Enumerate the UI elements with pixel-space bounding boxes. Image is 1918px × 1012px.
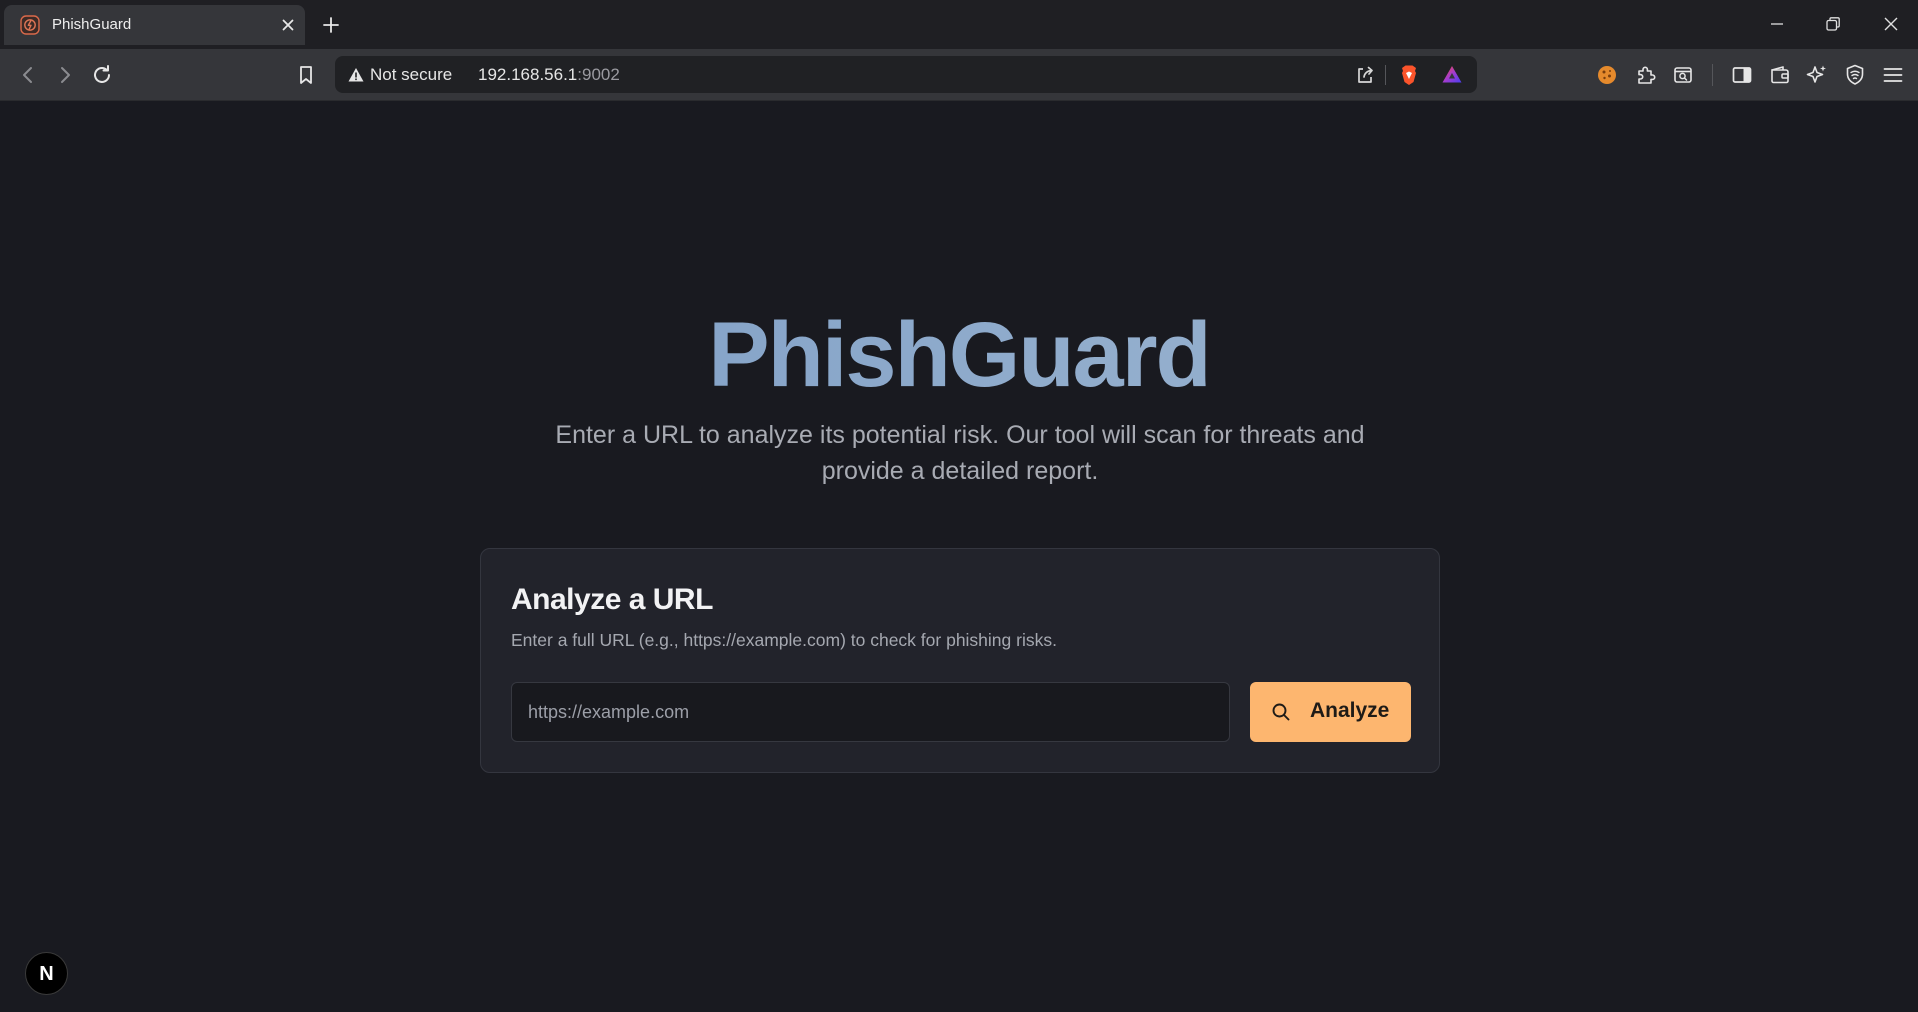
brave-shield-icon[interactable] (1397, 63, 1421, 87)
leo-ai-icon[interactable] (1804, 62, 1830, 88)
analyze-button-label: Analyze (1310, 699, 1390, 722)
forward-icon[interactable] (52, 62, 78, 88)
analyze-button[interactable]: Analyze (1250, 682, 1411, 742)
warning-icon[interactable] (347, 66, 365, 84)
nextjs-logo-letter: N (39, 963, 54, 985)
browser-toolbar: Not secure 192.168.56.1:9002 (0, 49, 1918, 101)
omnibox-separator (1385, 65, 1386, 85)
restore-window-icon[interactable] (1822, 13, 1844, 35)
browser-tab-strip: PhishGuard (0, 0, 1918, 49)
analyze-url-card: Analyze a URL Enter a full URL (e.g., ht… (480, 548, 1440, 773)
browser-tab[interactable]: PhishGuard (4, 5, 305, 45)
close-tab-icon[interactable] (278, 15, 298, 35)
address-bar[interactable]: Not secure 192.168.56.1:9002 (335, 56, 1477, 93)
bookmark-icon[interactable] (293, 62, 319, 88)
card-title: Analyze a URL (511, 583, 713, 616)
tab-search-icon[interactable] (1670, 62, 1696, 88)
new-tab-icon[interactable] (320, 14, 342, 36)
share-icon[interactable] (1353, 63, 1377, 87)
url-text[interactable]: 192.168.56.1:9002 (478, 65, 620, 85)
reload-icon[interactable] (89, 62, 115, 88)
brave-rewards-icon[interactable] (1440, 63, 1464, 87)
url-host: 192.168.56.1 (478, 65, 578, 84)
minimize-window-icon[interactable] (1766, 13, 1788, 35)
url-port: :9002 (577, 65, 620, 84)
search-icon (1272, 703, 1290, 721)
toolbar-separator (1712, 64, 1713, 86)
cookie-extension-icon[interactable] (1594, 62, 1620, 88)
wallet-icon[interactable] (1767, 62, 1793, 88)
extensions-icon[interactable] (1633, 62, 1659, 88)
card-description: Enter a full URL (e.g., https://example.… (511, 630, 1057, 650)
back-icon[interactable] (15, 62, 41, 88)
page-title: PhishGuard (0, 300, 1918, 410)
url-input[interactable] (511, 682, 1230, 742)
sidebar-icon[interactable] (1729, 62, 1755, 88)
page-subtitle: Enter a URL to analyze its potential ris… (555, 421, 1365, 485)
close-window-icon[interactable] (1880, 13, 1902, 35)
menu-icon[interactable] (1880, 62, 1906, 88)
phishguard-favicon-icon (20, 15, 40, 35)
security-status-label[interactable]: Not secure (370, 65, 452, 85)
nextjs-dev-tools-button[interactable]: N (25, 952, 68, 995)
vpn-icon[interactable] (1842, 62, 1868, 88)
tab-title: PhishGuard (52, 16, 132, 33)
